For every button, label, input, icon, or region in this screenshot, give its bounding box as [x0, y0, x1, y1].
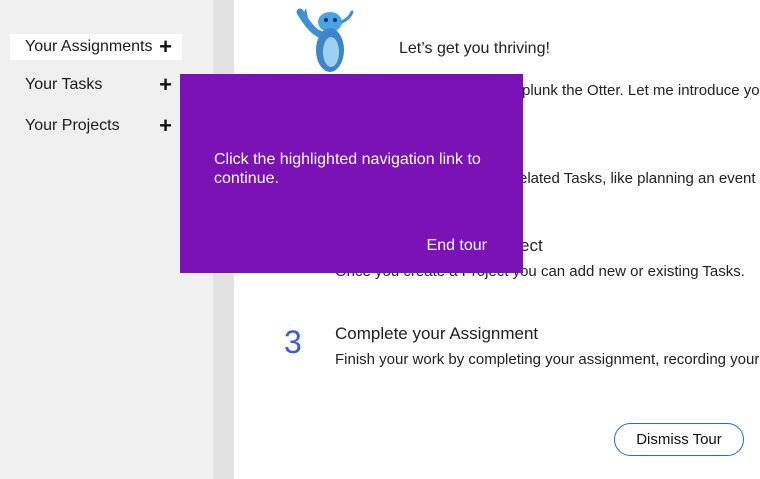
plus-icon[interactable]: +: [159, 74, 172, 96]
step3-number: 3: [284, 324, 302, 360]
sidebar-item-label: Your Tasks: [25, 76, 103, 93]
welcome-title: Let’s get you thriving!: [399, 40, 550, 57]
dismiss-tour-button[interactable]: Dismiss Tour: [614, 423, 744, 456]
sidebar-item-label: Your Projects: [25, 117, 120, 134]
step1-description: elated Tasks, like planning an event: [519, 170, 756, 187]
otter-mascot-icon: [296, 8, 354, 72]
intro-text: plunk the Otter. Let me introduce you: [522, 82, 760, 99]
sidebar-item-projects[interactable]: Your Projects +: [10, 113, 182, 139]
sidebar-item-label: Your Assignments: [25, 38, 153, 55]
plus-icon[interactable]: +: [159, 36, 172, 58]
sidebar-item-assignments[interactable]: Your Assignments +: [10, 34, 182, 60]
step2-title: ect: [520, 236, 543, 255]
end-tour-link[interactable]: End tour: [427, 237, 487, 255]
sidebar-item-tasks[interactable]: Your Tasks +: [10, 72, 182, 98]
tour-message: Click the highlighted navigation link to…: [214, 151, 481, 187]
plus-icon[interactable]: +: [159, 115, 172, 137]
tour-popup: Click the highlighted navigation link to…: [180, 74, 523, 273]
step3-title: Complete your Assignment: [335, 324, 539, 343]
step3-description: Finish your work by completing your assi…: [335, 351, 760, 368]
